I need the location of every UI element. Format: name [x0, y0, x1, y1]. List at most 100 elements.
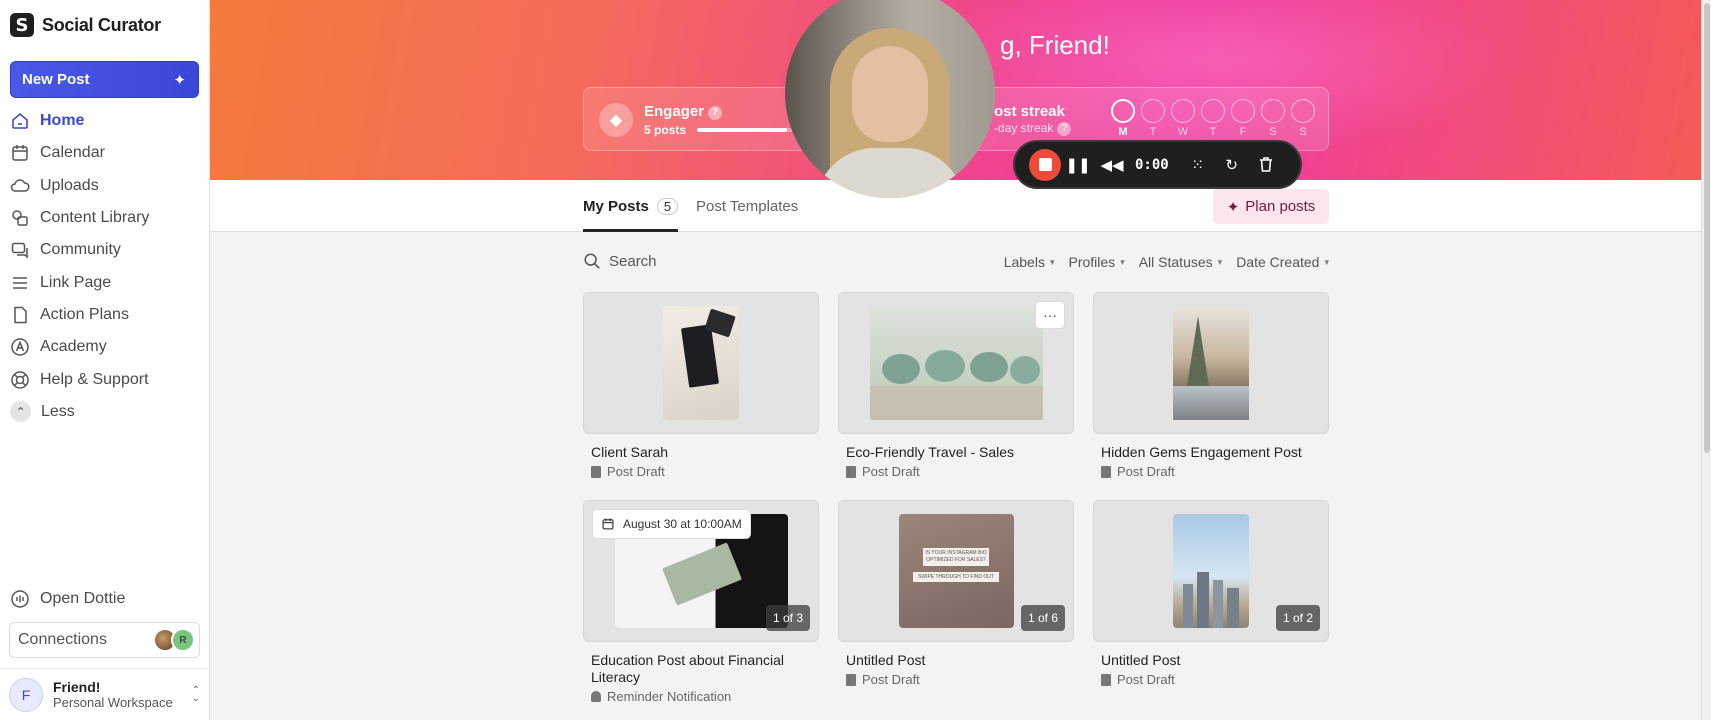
sidebar-item-content-library[interactable]: Content Library [0, 202, 210, 234]
active-tab-indicator [583, 229, 678, 232]
search-placeholder: Search [609, 252, 657, 270]
sidebar-item-label: Calendar [40, 144, 105, 162]
diamond-icon: ◆ [599, 103, 633, 137]
chevron-down-icon: ▾ [1324, 256, 1329, 267]
engager-posts: 5 posts [644, 123, 687, 137]
post-thumbnail[interactable] [583, 292, 819, 434]
post-thumbnail[interactable]: IS YOUR INSTAGRAM BIO OPTIMIZED FOR SALE… [838, 500, 1074, 642]
streak-day-circle [1111, 99, 1135, 123]
bell-icon [591, 691, 601, 702]
scrollbar[interactable] [1701, 0, 1711, 720]
chevron-down-icon: ▾ [1049, 256, 1055, 267]
app-name: Social Curator [42, 14, 161, 35]
post-card[interactable]: 1 of 2 Untitled Post Post Draft [1093, 500, 1329, 687]
scroll-thumb[interactable] [1704, 3, 1710, 453]
streak-day-circle [1291, 99, 1315, 123]
stop-icon [1038, 158, 1052, 171]
workspace-switcher[interactable]: F Friend! Personal Workspace ⌃ ⌄ [0, 668, 210, 720]
help-icon[interactable]: ? [708, 106, 723, 120]
delete-button[interactable] [1249, 149, 1283, 181]
post-card[interactable]: Client Sarah Post Draft [583, 292, 819, 479]
pause-icon: ❚❚ [1065, 156, 1091, 174]
post-card[interactable]: ··· Eco-Friendly Travel - Sales Post Dra… [838, 292, 1074, 479]
sidebar-item-label: Help & Support [40, 370, 149, 388]
avatar: F [9, 677, 43, 712]
post-title: Client Sarah [591, 444, 669, 460]
streak-day-label: S [1269, 126, 1277, 138]
recording-controls: ❚❚ ◀◀ 0:00 ⁙ ↻ [1013, 140, 1302, 189]
post-thumbnail[interactable]: August 30 at 10:00AM 1 of 3 [583, 500, 819, 642]
streak-day: M [1111, 99, 1135, 138]
rewind-button[interactable]: ◀◀ [1095, 149, 1129, 181]
webcam-bubble[interactable] [785, 0, 995, 198]
post-status: Reminder Notification [583, 689, 819, 704]
streak-days: MTWTFSS [1111, 99, 1315, 138]
document-icon [1101, 465, 1111, 478]
sort-dropdown[interactable]: Date Created ▾ [1236, 254, 1329, 270]
streak-day: W [1171, 99, 1195, 138]
sidebar-item-link-page[interactable]: Link Page [0, 266, 210, 298]
sidebar-item-label: Less [41, 402, 75, 420]
engager-progress-fill [697, 128, 787, 132]
pause-button[interactable]: ❚❚ [1061, 149, 1095, 181]
more-options-button[interactable]: ··· [1035, 301, 1065, 329]
post-card[interactable]: August 30 at 10:00AM 1 of 3 Education Po… [583, 500, 819, 704]
sidebar-item-help-support[interactable]: Help & Support [0, 363, 210, 395]
post-count-badge: 5 [656, 198, 679, 215]
help-icon[interactable]: ? [1057, 122, 1072, 136]
post-status: Post Draft [1093, 672, 1329, 687]
post-title: Eco-Friendly Travel - Sales [846, 444, 1015, 460]
avatar: R [171, 628, 195, 652]
engager-title: Engager? [644, 103, 723, 120]
restart-button[interactable]: ↻ [1215, 149, 1249, 181]
open-dottie-button[interactable]: Open Dottie [10, 589, 125, 609]
sidebar-item-label: Action Plans [40, 305, 129, 323]
grid-button[interactable]: ⁙ [1181, 149, 1215, 181]
streak-day-label: T [1149, 126, 1157, 138]
sidebar-item-less[interactable]: ⌃ Less [0, 396, 210, 428]
document-icon [10, 305, 30, 325]
list-icon [10, 273, 30, 293]
tab-my-posts[interactable]: My Posts 5 [583, 198, 679, 215]
post-card[interactable]: Hidden Gems Engagement Post Post Draft [1093, 292, 1329, 479]
tab-post-templates[interactable]: Post Templates [696, 198, 798, 215]
recording-timer: 0:00 [1135, 156, 1169, 173]
streak-day-circle [1201, 99, 1225, 123]
post-thumbnail[interactable]: 1 of 2 [1093, 500, 1329, 642]
sidebar-item-calendar[interactable]: Calendar [0, 137, 210, 169]
filter-dropdowns: Labels ▾ Profiles ▾ All Statuses ▾ Date Cre… [1004, 254, 1329, 270]
forest-river-image [1173, 306, 1249, 420]
sidebar-item-action-plans[interactable]: Action Plans [0, 299, 210, 331]
calendar-icon [10, 143, 30, 163]
streak-day-label: M [1118, 126, 1128, 138]
profiles-filter[interactable]: Profiles ▾ [1069, 254, 1125, 270]
plan-posts-button[interactable]: ✦ Plan posts [1213, 189, 1329, 224]
stop-recording-button[interactable] [1029, 148, 1061, 181]
sidebar-item-home[interactable]: Home [0, 105, 210, 137]
tab-label: Post Templates [696, 198, 799, 215]
document-icon [1101, 673, 1111, 686]
status-filter[interactable]: All Statuses ▾ [1139, 254, 1222, 270]
sidebar-nav: Home Calendar Uploads Content Library Co… [0, 105, 210, 428]
streak-day-circle [1141, 99, 1165, 123]
grid-icon: ⁙ [1191, 156, 1204, 174]
post-thumbnail[interactable]: ··· [838, 292, 1074, 434]
search-input[interactable]: Search [583, 252, 657, 270]
post-title: Hidden Gems Engagement Post [1101, 444, 1302, 460]
sidebar-item-uploads[interactable]: Uploads [0, 170, 210, 202]
streak-day-label: T [1209, 126, 1217, 138]
labels-filter[interactable]: Labels ▾ [1004, 254, 1055, 270]
open-dottie-label: Open Dottie [40, 590, 126, 607]
new-post-button[interactable]: New Post ✦ [10, 61, 199, 98]
post-thumbnail[interactable] [1093, 292, 1329, 434]
sidebar-item-community[interactable]: Community [0, 234, 210, 266]
streak-title: ost streak [994, 103, 1065, 120]
post-card[interactable]: IS YOUR INSTAGRAM BIO OPTIMIZED FOR SALE… [838, 500, 1074, 687]
streak-day: S [1261, 99, 1285, 138]
logo[interactable]: S Social Curator [10, 12, 161, 38]
streak-sub: -day streak? [994, 121, 1072, 136]
sparkle-icon: ✦ [173, 71, 186, 89]
sidebar-item-academy[interactable]: Academy [0, 331, 210, 363]
connections-button[interactable]: Connections R [9, 622, 200, 658]
instagram-bio-image: IS YOUR INSTAGRAM BIO OPTIMIZED FOR SALE… [899, 514, 1014, 628]
